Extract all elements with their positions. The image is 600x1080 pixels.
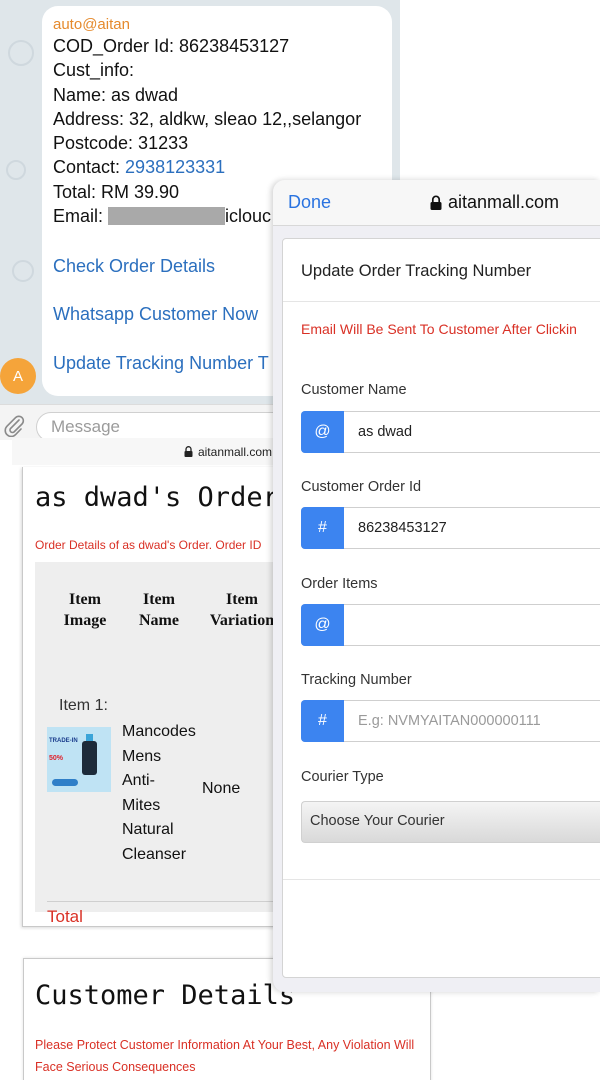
total-divider (47, 901, 283, 902)
background-doodle (12, 260, 34, 282)
contact-phone-link[interactable]: 2938123331 (125, 157, 225, 177)
order-details-card: as dwad's Order D Order Details of as dw… (22, 467, 311, 927)
order-page-title: as dwad's Order D (35, 482, 312, 513)
order-items-table: Item Image Item Name Item Variation Item… (35, 562, 283, 926)
customer-name-label: Customer Name (301, 382, 407, 398)
whatsapp-customer-link[interactable]: Whatsapp Customer Now (53, 302, 258, 326)
safari-url-bar[interactable]: aitanmall.com (430, 192, 559, 213)
email-label: Email: (53, 206, 109, 227)
email-redaction (108, 207, 226, 226)
bottle-shape (82, 741, 97, 775)
customer-details-note: Please Protect Customer Information At Y… (35, 1038, 415, 1074)
header-line: Name (139, 612, 179, 629)
badge-shape (52, 779, 78, 786)
name-line: Name: as dwad (53, 84, 179, 105)
safari-modal-sheet: Done aitanmall.com Update Order Tracking… (273, 180, 600, 992)
item-name-line: Mancodes (122, 723, 196, 740)
tracking-number-placeholder: E.g: NVMYAITAN000000111 (358, 713, 541, 729)
customer-name-value: as dwad (358, 424, 413, 440)
order-id-line: COD_Order Id: 86238453127 (53, 36, 290, 56)
header-item-variation: Item Variation (201, 589, 283, 631)
avatar[interactable]: A (0, 358, 36, 394)
modal-divider (283, 301, 600, 302)
product-image: TRADE-IN 50% (47, 727, 111, 792)
update-tracking-modal: Update Order Tracking Number Email Will … (282, 238, 600, 978)
done-button[interactable]: Done (288, 192, 331, 213)
contact-label: Contact: (53, 157, 126, 178)
header-item-name: Item Name (129, 589, 189, 631)
header-item-image: Item Image (55, 589, 115, 631)
header-line: Item (226, 591, 258, 608)
at-icon: @ (301, 604, 344, 646)
item-name-line: Anti- (122, 772, 155, 790)
address-line: Address: 32, aldkw, sleao 12,,selangor (53, 108, 362, 129)
postcode-line: Postcode: 31233 (53, 133, 189, 154)
check-order-details-link[interactable]: Check Order Details (53, 254, 215, 278)
item-label: Item 1: (59, 697, 108, 714)
lock-icon (184, 446, 193, 457)
paperclip-icon[interactable] (2, 413, 26, 437)
order-id-label: Customer Order Id (301, 479, 422, 495)
item-name-line: Mites (122, 796, 161, 814)
email-suffix: iclouc (225, 206, 272, 227)
courier-type-label: Courier Type (301, 769, 384, 785)
at-icon: @ (301, 411, 344, 453)
order-id-value: 86238453127 (358, 520, 447, 536)
update-tracking-link[interactable]: Update Tracking Number T (53, 351, 269, 375)
order-items-field[interactable]: @ (301, 604, 600, 646)
item-variation: None (202, 780, 241, 797)
item-name-line: Mens (122, 747, 162, 765)
courier-type-select[interactable]: Choose Your Courier (301, 801, 600, 843)
safari-url-text: aitanmall.com (448, 192, 560, 212)
background-doodle (8, 40, 34, 66)
item-name-line: Natural (122, 821, 174, 839)
safari-toolbar: Done aitanmall.com (273, 180, 600, 226)
header-line: Item (143, 591, 175, 608)
item-name: Mancodes Mens Anti- Mites Natural Cleans… (122, 720, 202, 868)
order-url-text: aitanmall.com (197, 444, 272, 459)
order-details-window: aitanmall.com as dwad's Order D Order De… (12, 438, 311, 938)
contact-line: Contact: 2938123331 (53, 155, 381, 179)
product-tag: TRADE-IN (49, 738, 78, 744)
modal-title: Update Order Tracking Number (301, 262, 532, 280)
order-items-label: Order Items (301, 576, 378, 592)
modal-footer-divider (283, 879, 600, 880)
background-doodle (6, 160, 26, 180)
customer-details-title: Customer Details (35, 980, 296, 1011)
product-percent: 50% (49, 755, 64, 762)
tracking-number-label: Tracking Number (301, 672, 412, 688)
cust-info-label: Cust_info: (53, 60, 135, 81)
header-line: Variation (209, 612, 275, 629)
modal-warning: Email Will Be Sent To Customer After Cli… (301, 321, 577, 337)
lock-icon (430, 195, 442, 210)
total-label: Total (47, 907, 83, 926)
header-line: Item (69, 591, 101, 608)
hash-icon: # (301, 507, 344, 549)
hash-icon: # (301, 700, 344, 742)
message-sender: auto@aitan (53, 16, 130, 33)
order-page-subtitle: Order Details of as dwad's Order. Order … (35, 538, 262, 552)
header-line: Image (63, 612, 107, 629)
customer-name-field[interactable]: @ as dwad (301, 411, 600, 453)
order-id-field[interactable]: # 86238453127 (301, 507, 600, 549)
order-url-bar[interactable]: aitanmall.com (12, 438, 282, 465)
tracking-number-input[interactable]: # E.g: NVMYAITAN000000111 (301, 700, 600, 742)
item-name-line: Cleanser (122, 845, 187, 863)
